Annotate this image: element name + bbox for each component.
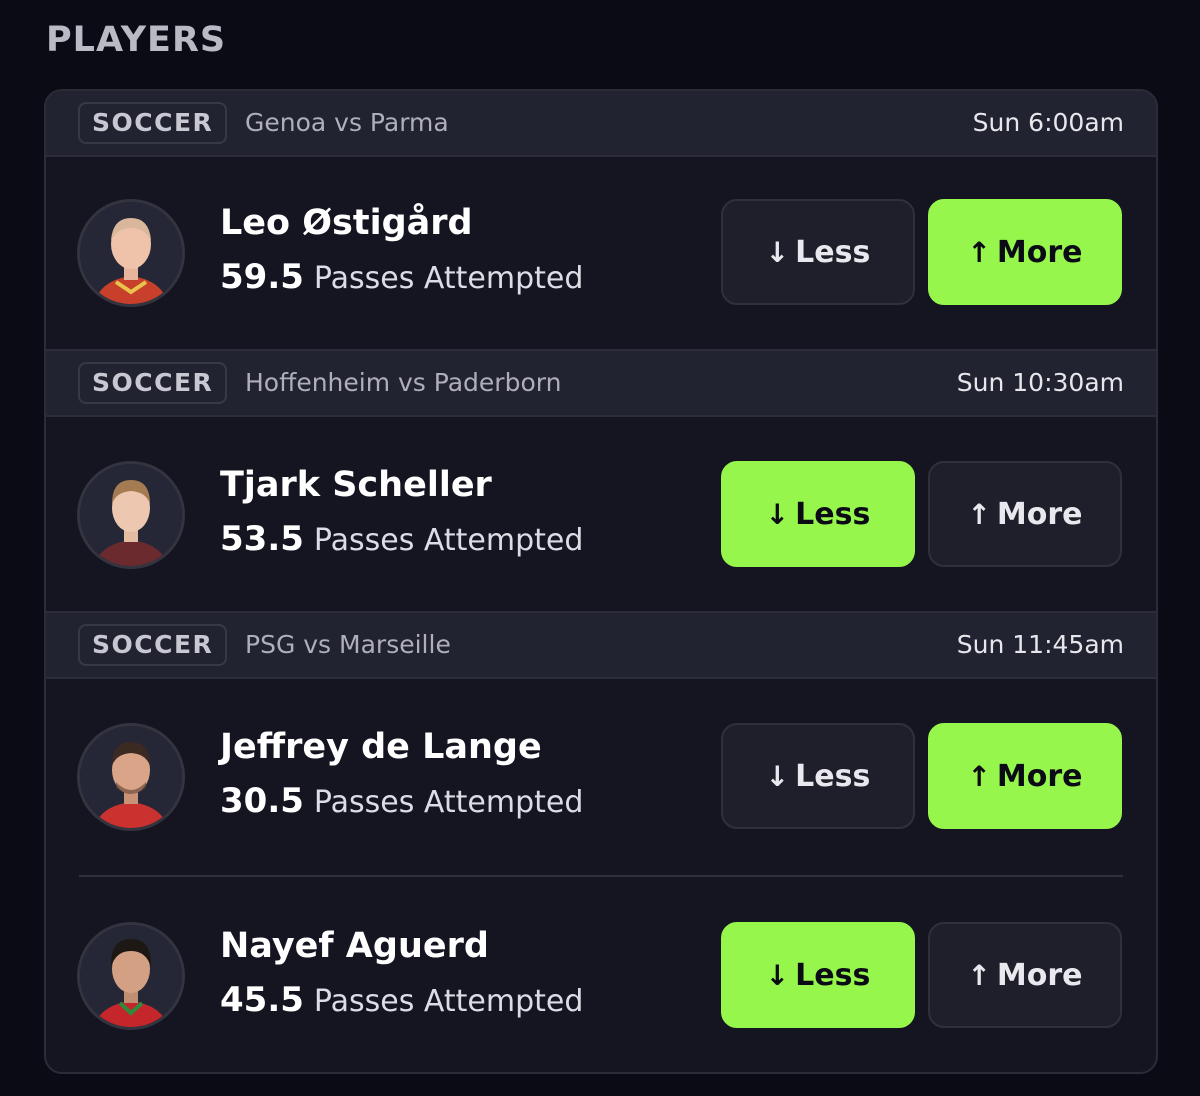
matchup-label[interactable]: PSG vs Marseille bbox=[245, 630, 451, 659]
less-button[interactable]: ↓ Less bbox=[721, 723, 915, 829]
player-name: Tjark Scheller bbox=[220, 465, 492, 505]
more-button[interactable]: ↑ More bbox=[928, 199, 1122, 305]
more-button[interactable]: ↑ More bbox=[928, 723, 1122, 829]
arrow-down-icon: ↓ bbox=[765, 497, 790, 531]
player-line: 45.5 Passes Attempted bbox=[220, 980, 583, 1020]
players-card: SOCCER Genoa vs Parma Sun 6:00am Leo Øst… bbox=[44, 89, 1158, 1074]
less-button[interactable]: ↓ Less bbox=[721, 461, 915, 567]
player-row: Nayef Aguerd 45.5 Passes Attempted ↓ Less … bbox=[46, 880, 1156, 1070]
stat-type: Passes Attempted bbox=[313, 984, 584, 1019]
more-label: More bbox=[996, 758, 1083, 794]
player-avatar[interactable] bbox=[77, 461, 185, 569]
less-label: Less bbox=[795, 957, 871, 993]
more-button[interactable]: ↑ More bbox=[928, 922, 1122, 1028]
matchup-label[interactable]: Hoffenheim vs Paderborn bbox=[245, 368, 561, 397]
arrow-down-icon: ↓ bbox=[765, 958, 790, 992]
stat-type: Passes Attempted bbox=[313, 523, 584, 558]
line-value: 53.5 bbox=[220, 519, 304, 559]
player-line: 59.5 Passes Attempted bbox=[220, 257, 583, 297]
sport-badge: SOCCER bbox=[78, 362, 228, 404]
game-time: Sun 6:00am bbox=[972, 108, 1124, 137]
less-label: Less bbox=[795, 234, 871, 270]
game-header: SOCCER Hoffenheim vs Paderborn Sun 10:30… bbox=[46, 349, 1156, 417]
game-time: Sun 10:30am bbox=[956, 368, 1124, 397]
player-name: Leo Østigård bbox=[220, 203, 473, 243]
more-button[interactable]: ↑ More bbox=[928, 461, 1122, 567]
row-divider bbox=[79, 875, 1123, 877]
player-name: Nayef Aguerd bbox=[220, 926, 489, 966]
arrow-down-icon: ↓ bbox=[765, 235, 790, 269]
sport-badge: SOCCER bbox=[78, 102, 228, 144]
more-label: More bbox=[996, 234, 1083, 270]
arrow-up-icon: ↑ bbox=[967, 958, 991, 992]
less-label: Less bbox=[795, 758, 871, 794]
arrow-up-icon: ↑ bbox=[967, 497, 991, 531]
less-button[interactable]: ↓ Less bbox=[721, 922, 915, 1028]
line-value: 45.5 bbox=[220, 980, 304, 1020]
player-line: 53.5 Passes Attempted bbox=[220, 519, 583, 559]
sport-badge: SOCCER bbox=[78, 624, 228, 666]
stat-type: Passes Attempted bbox=[313, 261, 584, 296]
game-time: Sun 11:45am bbox=[956, 630, 1124, 659]
game-header: SOCCER Genoa vs Parma Sun 6:00am bbox=[46, 91, 1156, 157]
player-avatar[interactable] bbox=[77, 723, 185, 831]
player-avatar[interactable] bbox=[77, 922, 185, 1030]
player-line: 30.5 Passes Attempted bbox=[220, 781, 583, 821]
arrow-up-icon: ↑ bbox=[967, 759, 991, 793]
line-value: 59.5 bbox=[220, 257, 304, 297]
less-label: Less bbox=[795, 496, 871, 532]
game-header: SOCCER PSG vs Marseille Sun 11:45am bbox=[46, 611, 1156, 679]
more-label: More bbox=[996, 496, 1083, 532]
section-title: PLAYERS bbox=[46, 20, 227, 60]
arrow-up-icon: ↑ bbox=[967, 235, 991, 269]
matchup-label[interactable]: Genoa vs Parma bbox=[245, 108, 449, 137]
player-avatar[interactable] bbox=[77, 199, 185, 307]
less-button[interactable]: ↓ Less bbox=[721, 199, 915, 305]
player-name: Jeffrey de Lange bbox=[220, 727, 542, 767]
line-value: 30.5 bbox=[220, 781, 304, 821]
player-row: Jeffrey de Lange 30.5 Passes Attempted ↓ L… bbox=[46, 681, 1156, 871]
stat-type: Passes Attempted bbox=[313, 785, 584, 820]
player-row: Tjark Scheller 53.5 Passes Attempted ↓ Les… bbox=[46, 419, 1156, 609]
arrow-down-icon: ↓ bbox=[765, 759, 790, 793]
more-label: More bbox=[996, 957, 1083, 993]
player-row: Leo Østigård 59.5 Passes Attempted ↓ Less … bbox=[46, 157, 1156, 347]
